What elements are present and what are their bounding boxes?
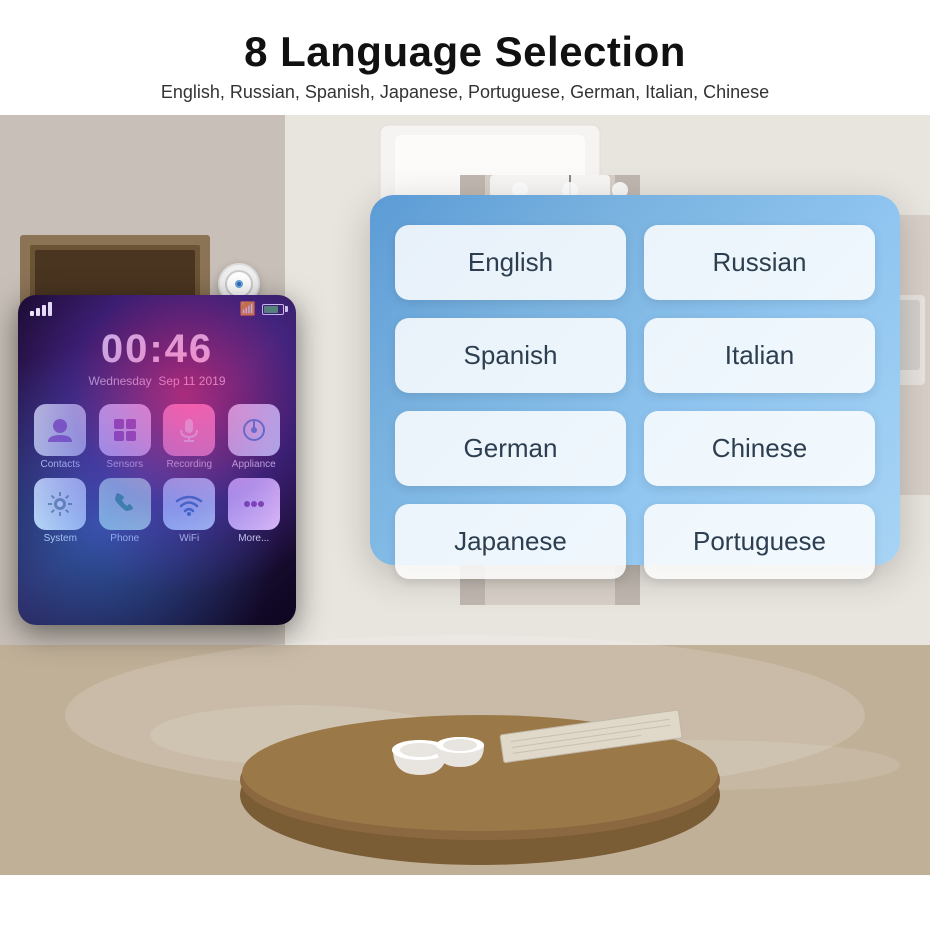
contacts-label: Contacts — [41, 459, 80, 470]
signal-bar-1 — [30, 311, 34, 316]
language-button-russian[interactable]: Russian — [644, 225, 875, 300]
wifi-icon — [163, 478, 215, 530]
system-label: System — [44, 533, 77, 544]
language-button-japanese[interactable]: Japanese — [395, 504, 626, 579]
sensors-label: Sensors — [106, 459, 143, 470]
signal-bar-4 — [48, 302, 52, 316]
sensors-icon — [99, 404, 151, 456]
app-system[interactable]: System — [32, 478, 89, 544]
signal-bars — [30, 302, 52, 316]
app-contacts[interactable]: Contacts — [32, 404, 89, 470]
language-button-english[interactable]: English — [395, 225, 626, 300]
phone-label: Phone — [110, 533, 139, 544]
app-phone[interactable]: Phone — [97, 478, 154, 544]
header: 8 Language Selection English, Russian, S… — [0, 0, 930, 115]
system-icon — [34, 478, 86, 530]
device-date: Wednesday Sep 11 2019 — [18, 374, 296, 398]
language-button-portuguese[interactable]: Portuguese — [644, 504, 875, 579]
recording-icon — [163, 404, 215, 456]
language-button-spanish[interactable]: Spanish — [395, 318, 626, 393]
app-appliance[interactable]: Appliance — [226, 404, 283, 470]
room-background: 📶 00:46 Wednesday Sep 11 2019 — [0, 115, 930, 875]
phone-icon — [99, 478, 151, 530]
app-recording[interactable]: Recording — [161, 404, 218, 470]
status-bar: 📶 — [18, 295, 296, 319]
app-wifi[interactable]: WiFi — [161, 478, 218, 544]
page-title: 8 Language Selection — [20, 28, 910, 76]
appliance-icon — [228, 404, 280, 456]
device-time: 00:46 — [18, 319, 296, 374]
recording-label: Recording — [166, 459, 212, 470]
language-button-chinese[interactable]: Chinese — [644, 411, 875, 486]
signal-bar-2 — [36, 308, 40, 316]
language-panel: English Russian Spanish Italian German C… — [370, 195, 900, 565]
battery-icon — [262, 304, 284, 315]
more-label: More... — [238, 533, 269, 544]
page-subtitle: English, Russian, Spanish, Japanese, Por… — [20, 82, 910, 103]
wifi-label: WiFi — [179, 533, 199, 544]
apps-grid: Contacts Sensors — [18, 398, 296, 550]
wifi-icon: 📶 — [240, 301, 256, 317]
language-button-german[interactable]: German — [395, 411, 626, 486]
appliance-label: Appliance — [232, 459, 276, 470]
app-more[interactable]: More... — [226, 478, 283, 544]
app-sensors[interactable]: Sensors — [97, 404, 154, 470]
language-button-italian[interactable]: Italian — [644, 318, 875, 393]
signal-bar-3 — [42, 305, 46, 316]
more-icon — [228, 478, 280, 530]
wall-sensor-inner — [225, 270, 253, 298]
contacts-icon — [34, 404, 86, 456]
device-panel: 📶 00:46 Wednesday Sep 11 2019 — [18, 295, 296, 625]
